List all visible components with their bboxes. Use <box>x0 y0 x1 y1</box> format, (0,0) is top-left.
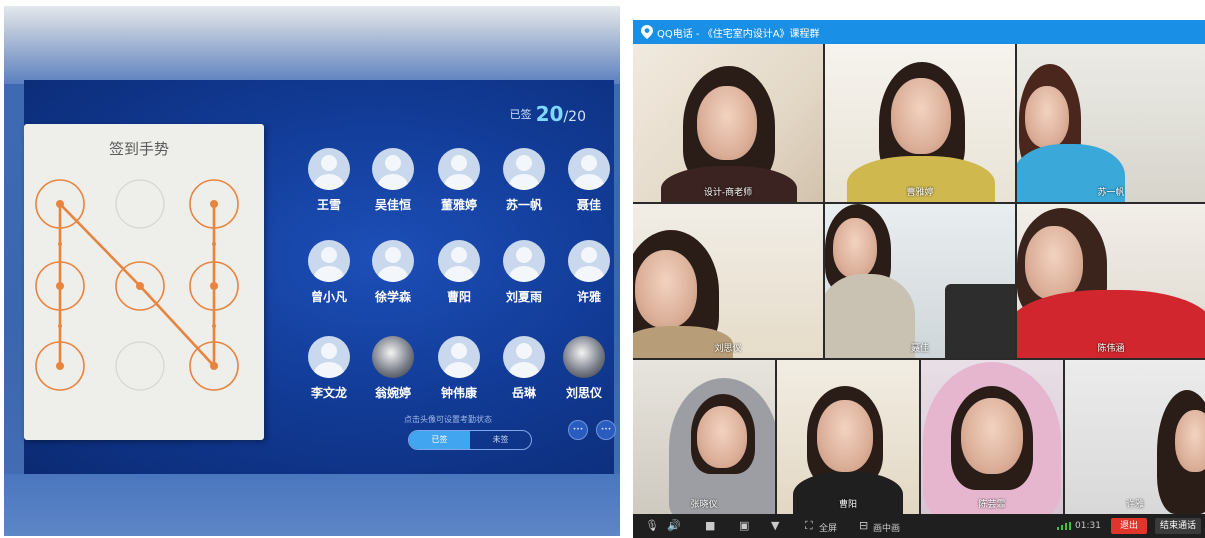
gesture-node-8 <box>115 341 165 391</box>
avatar <box>308 240 350 282</box>
avatar <box>568 240 610 282</box>
tab-signed[interactable]: 已签 <box>409 431 470 449</box>
avatar <box>308 148 350 190</box>
photo-top-glare <box>4 6 620 84</box>
student-card[interactable]: 王雪 <box>294 148 364 213</box>
video-tile[interactable]: 陈伟涵 <box>1017 204 1205 358</box>
end-call-button[interactable]: 结束通话 <box>1155 518 1201 534</box>
student-name: 徐学森 <box>374 290 411 304</box>
student-card[interactable]: 曾小凡 <box>294 240 364 305</box>
chat-icon[interactable]: ▼ <box>771 520 779 532</box>
avatar <box>568 148 610 190</box>
camera-icon[interactable]: ■ <box>705 520 715 532</box>
student-card[interactable]: 苏一帆 <box>489 148 559 213</box>
avatar <box>438 336 480 378</box>
participant-name: 陈伟涵 <box>1097 344 1125 354</box>
student-card[interactable]: 李文龙 <box>294 336 364 401</box>
participant-name: 曹阳 <box>838 500 857 510</box>
participant-name: 陈芸霏 <box>978 500 1006 510</box>
video-tile[interactable]: 张晓仪 <box>633 360 775 514</box>
participant-name: 曹雅婷 <box>906 188 934 198</box>
location-pin-icon <box>641 25 653 39</box>
pip-icon[interactable]: ⊟ <box>859 520 868 532</box>
student-name: 聂佳 <box>576 198 601 212</box>
student-name: 刘夏雨 <box>505 290 542 304</box>
participant-name: 刘思仪 <box>714 344 742 354</box>
student-card[interactable]: 钟伟康 <box>424 336 494 401</box>
screen-share-icon[interactable]: ▣ <box>739 520 749 532</box>
student-card[interactable]: 聂佳 <box>554 148 620 213</box>
signal-strength-icon <box>1057 522 1071 530</box>
attendance-hint: 点击头像可设置考勤状态 <box>404 415 492 424</box>
avatar <box>438 240 480 282</box>
participant-name: 苏一帆 <box>1097 188 1125 198</box>
student-card[interactable]: 许雅 <box>554 240 620 305</box>
participant-name: 设计-商老师 <box>703 188 753 198</box>
video-tile[interactable]: 许雅 <box>1065 360 1205 514</box>
gesture-pattern-grid <box>35 179 239 391</box>
more-icon[interactable]: ••• <box>568 420 588 440</box>
signin-screen: 签到手势 已签 20/20 王雪 吴佳恒 董雅婷 苏一帆 聂佳 曾小凡 徐学森 … <box>24 80 616 474</box>
student-name: 李文龙 <box>310 386 347 400</box>
settings-icon[interactable]: ••• <box>596 420 616 440</box>
student-name: 钟伟康 <box>440 386 477 400</box>
classroom-screen-photo: 签到手势 已签 20/20 王雪 吴佳恒 董雅婷 苏一帆 聂佳 曾小凡 徐学森 … <box>4 6 620 536</box>
video-tile[interactable]: 陈芸霏 <box>921 360 1063 514</box>
avatar <box>372 240 414 282</box>
call-title: QQ电话 - 《住宅室内设计A》课程群 <box>657 29 820 40</box>
call-toolbar: 🎙 🔊 ■ ▣ ▼ ⛶ 全屏 ⊟ 画中画 01:31 退出 结束通话 <box>633 514 1205 538</box>
fullscreen-icon[interactable]: ⛶ <box>805 520 813 532</box>
pip-label[interactable]: 画中画 <box>873 521 900 534</box>
fullscreen-label[interactable]: 全屏 <box>819 521 837 534</box>
video-tile[interactable]: 苏一帆 <box>1017 44 1205 202</box>
video-tile[interactable]: 设计-商老师 <box>633 44 823 202</box>
student-card[interactable]: 曹阳 <box>424 240 494 305</box>
student-card[interactable]: 吴佳恒 <box>358 148 428 213</box>
participant-name: 聂佳 <box>910 344 929 354</box>
student-card[interactable]: 刘夏雨 <box>489 240 559 305</box>
photo-bottom-edge <box>4 474 620 536</box>
call-duration: 01:31 <box>1075 521 1101 531</box>
student-name: 曾小凡 <box>310 290 347 304</box>
student-card[interactable]: 刘思仪 <box>549 336 619 401</box>
video-tile[interactable]: 曹雅婷 <box>825 44 1015 202</box>
signed-total: /20 <box>563 109 586 125</box>
avatar <box>503 148 545 190</box>
signed-unsigned-toggle[interactable]: 已签 未签 <box>408 430 532 450</box>
student-name: 董雅婷 <box>440 198 477 212</box>
participant-name: 许雅 <box>1125 500 1144 510</box>
gesture-node-2 <box>115 179 165 229</box>
avatar <box>438 148 480 190</box>
video-tile[interactable]: 刘思仪 <box>633 204 823 358</box>
call-titlebar: QQ电话 - 《住宅室内设计A》课程群 <box>633 20 1205 44</box>
gesture-pattern-card: 签到手势 <box>24 124 264 440</box>
student-card[interactable]: 徐学森 <box>358 240 428 305</box>
avatar <box>372 148 414 190</box>
exit-button[interactable]: 退出 <box>1111 518 1147 534</box>
student-name: 翁婉婷 <box>374 386 411 400</box>
student-name: 王雪 <box>316 198 341 212</box>
tab-unsigned[interactable]: 未签 <box>470 431 531 449</box>
avatar <box>503 336 545 378</box>
signed-count: 20 <box>535 102 564 126</box>
student-name: 苏一帆 <box>505 198 542 212</box>
avatar-photo <box>563 336 605 378</box>
student-name: 曹阳 <box>446 290 471 304</box>
avatar <box>503 240 545 282</box>
avatar <box>308 336 350 378</box>
student-name: 刘思仪 <box>565 386 602 400</box>
signed-counter: 已签 20/20 <box>510 102 586 126</box>
video-tile[interactable]: 聂佳 <box>825 204 1015 358</box>
avatar-photo <box>372 336 414 378</box>
student-name: 许雅 <box>576 290 601 304</box>
student-card[interactable]: 翁婉婷 <box>358 336 428 401</box>
signed-label: 已签 <box>509 108 532 121</box>
microphone-icon[interactable]: 🎙 <box>645 520 659 532</box>
video-tile[interactable]: 曹阳 <box>777 360 919 514</box>
speaker-icon[interactable]: 🔊 <box>667 520 681 532</box>
student-card[interactable]: 董雅婷 <box>424 148 494 213</box>
student-name: 吴佳恒 <box>374 198 411 212</box>
participant-name: 张晓仪 <box>690 500 718 510</box>
qq-group-call-window: QQ电话 - 《住宅室内设计A》课程群 设计-商老师 曹雅婷 苏一帆 刘思仪 聂… <box>633 20 1205 538</box>
